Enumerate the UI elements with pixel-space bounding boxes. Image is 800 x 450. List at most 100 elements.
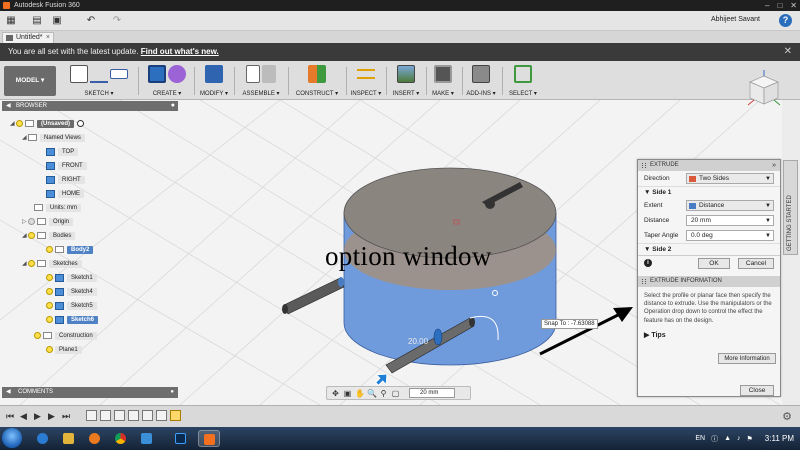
visibility-bulb-icon[interactable] — [46, 346, 53, 353]
taskbar-vlc[interactable] — [136, 430, 158, 447]
timeline-sketch-icon[interactable] — [86, 410, 97, 421]
extrude-header[interactable]: EXTRUDE » — [638, 160, 780, 171]
units-input[interactable]: 20 mm — [409, 388, 455, 398]
close-info-button[interactable]: Close — [740, 385, 774, 396]
visibility-bulb-icon[interactable] — [28, 232, 35, 239]
flag-icon[interactable]: ⚑ — [747, 435, 753, 443]
pan-icon[interactable]: ✋ — [355, 389, 365, 398]
getting-started-tab[interactable]: GETTING STARTED — [783, 160, 798, 255]
tree-view-home[interactable]: HOME — [46, 188, 84, 199]
timeline-plane-icon[interactable] — [128, 410, 139, 421]
tree-sketch5[interactable]: Sketch5 — [46, 300, 97, 311]
go-to-start-icon[interactable]: ⏮ — [6, 411, 14, 422]
info-icon[interactable]: i — [644, 259, 652, 267]
taskbar-media[interactable] — [84, 430, 106, 447]
language-indicator[interactable]: EN — [695, 435, 705, 442]
timeline-sketch-icon[interactable] — [156, 410, 167, 421]
collapse-triangle-icon[interactable]: ◀ — [6, 101, 11, 111]
add-ins-group[interactable]: ADD-INS ▾ — [464, 63, 498, 99]
active-radio-icon[interactable] — [77, 120, 85, 127]
drag-grip-icon[interactable] — [642, 279, 646, 284]
visibility-bulb-icon[interactable] — [34, 332, 41, 339]
taper-input[interactable]: 0.0 deg ▼ — [686, 230, 774, 241]
look-at-icon[interactable]: ▣ — [343, 389, 352, 398]
play-icon[interactable]: ▶ — [34, 411, 41, 422]
tree-sketch6[interactable]: Sketch6 — [46, 314, 99, 325]
network-icon[interactable]: ▲ — [724, 435, 731, 442]
file-menu-icon[interactable]: ▤ — [30, 14, 44, 27]
close-window-button[interactable]: ✕ — [790, 1, 797, 10]
side2-section[interactable]: ▼ Side 2 — [638, 243, 780, 255]
tree-view-front[interactable]: FRONT — [46, 160, 87, 171]
timeline-sketch-icon[interactable] — [142, 410, 153, 421]
distance-input[interactable]: 20 mm ▼ — [686, 215, 774, 226]
timeline-sketch-icon[interactable] — [114, 410, 125, 421]
extrude-info-header[interactable]: EXTRUDE INFORMATION — [638, 276, 780, 287]
select-group[interactable]: SELECT ▾ — [506, 63, 540, 99]
taskbar-ie[interactable] — [32, 430, 54, 447]
taskbar-explorer[interactable] — [58, 430, 80, 447]
visibility-bulb-icon[interactable] — [46, 288, 53, 295]
start-button[interactable] — [2, 428, 22, 448]
user-name[interactable]: Abhijeet Savant — [711, 16, 760, 23]
banner-close-icon[interactable]: ✕ — [784, 43, 792, 61]
tree-sketch4[interactable]: Sketch4 — [46, 286, 97, 297]
tips-section[interactable]: ▶ Tips — [638, 330, 780, 342]
step-back-icon[interactable]: ◀ — [20, 411, 27, 422]
tree-root[interactable]: ◢ (Unsaved) — [10, 118, 85, 129]
side1-section[interactable]: ▼ Side 1 — [638, 186, 780, 198]
visibility-bulb-icon[interactable] — [28, 260, 35, 267]
visibility-bulb-icon[interactable] — [46, 246, 53, 253]
tree-named-views[interactable]: ◢ Named Views — [22, 132, 85, 143]
comments-panel-header[interactable]: ◀ COMMENTS ● — [2, 387, 178, 398]
view-cube[interactable] — [744, 70, 784, 110]
taskbar-photoshop[interactable] — [170, 430, 192, 447]
whats-new-link[interactable]: Find out what's new. — [141, 47, 219, 56]
redo-icon[interactable]: ↷ — [110, 14, 124, 27]
tree-sketch1[interactable]: Sketch1 — [46, 272, 97, 283]
assemble-group[interactable]: ASSEMBLE ▾ — [238, 63, 284, 99]
visibility-bulb-icon[interactable] — [28, 218, 35, 225]
help-tray-icon[interactable]: ⓘ — [711, 434, 718, 444]
tree-sketches[interactable]: ◢ Sketches — [22, 258, 82, 269]
zoom-icon[interactable]: 🔍 — [367, 389, 377, 398]
timeline-settings-icon[interactable]: ⚙ — [782, 410, 792, 423]
volume-icon[interactable]: ♪ — [737, 435, 741, 442]
help-icon[interactable]: ? — [779, 14, 792, 27]
comments-pin-icon[interactable]: ● — [170, 387, 174, 398]
extent-select[interactable]: Distance ▼ — [686, 200, 774, 211]
timeline-extrude-icon[interactable] — [100, 410, 111, 421]
collapse-triangle-icon[interactable]: ◀ — [6, 387, 11, 398]
visibility-bulb-icon[interactable] — [46, 274, 53, 281]
drag-grip-icon[interactable] — [642, 163, 646, 168]
browser-panel-header[interactable]: ◀ BROWSER ● — [2, 101, 178, 111]
orbit-icon[interactable]: ✥ — [331, 389, 340, 398]
taskbar-chrome[interactable] — [110, 430, 132, 447]
sketch-group[interactable]: SKETCH ▾ — [64, 63, 134, 99]
construct-group[interactable]: CONSTRUCT ▾ — [292, 63, 342, 99]
visibility-bulb-icon[interactable] — [16, 120, 23, 127]
zoom-window-icon[interactable]: ⚲ — [379, 389, 388, 398]
more-information-button[interactable]: More Information — [718, 353, 776, 364]
insert-group[interactable]: INSERT ▾ — [390, 63, 422, 99]
tree-view-right[interactable]: RIGHT — [46, 174, 85, 185]
tree-origin[interactable]: ▷ Origin — [22, 216, 74, 227]
cancel-button[interactable]: Cancel — [738, 258, 774, 269]
modify-group[interactable]: MODIFY ▾ — [198, 63, 230, 99]
dialog-expand-icon[interactable]: » — [772, 160, 776, 171]
timeline-extrude-icon[interactable] — [170, 410, 181, 421]
document-tab[interactable]: Untitled* × — [2, 32, 54, 43]
visibility-bulb-icon[interactable] — [46, 316, 53, 323]
ok-button[interactable]: OK — [698, 258, 730, 269]
inspect-group[interactable]: INSPECT ▾ — [350, 63, 382, 99]
close-tab-icon[interactable]: × — [46, 33, 50, 43]
maximize-button[interactable]: □ — [777, 1, 782, 10]
browser-pin-icon[interactable]: ● — [171, 101, 175, 111]
undo-icon[interactable]: ↶ — [84, 14, 98, 27]
direction-select[interactable]: Two Sides ▼ — [686, 173, 774, 184]
tree-body2[interactable]: Body2 — [46, 244, 94, 255]
tree-units[interactable]: Units: mm — [34, 202, 81, 213]
display-settings-icon[interactable]: ▢ — [391, 389, 400, 398]
go-to-end-icon[interactable]: ⏭ — [62, 411, 70, 422]
tree-construction[interactable]: Construction — [34, 330, 97, 341]
